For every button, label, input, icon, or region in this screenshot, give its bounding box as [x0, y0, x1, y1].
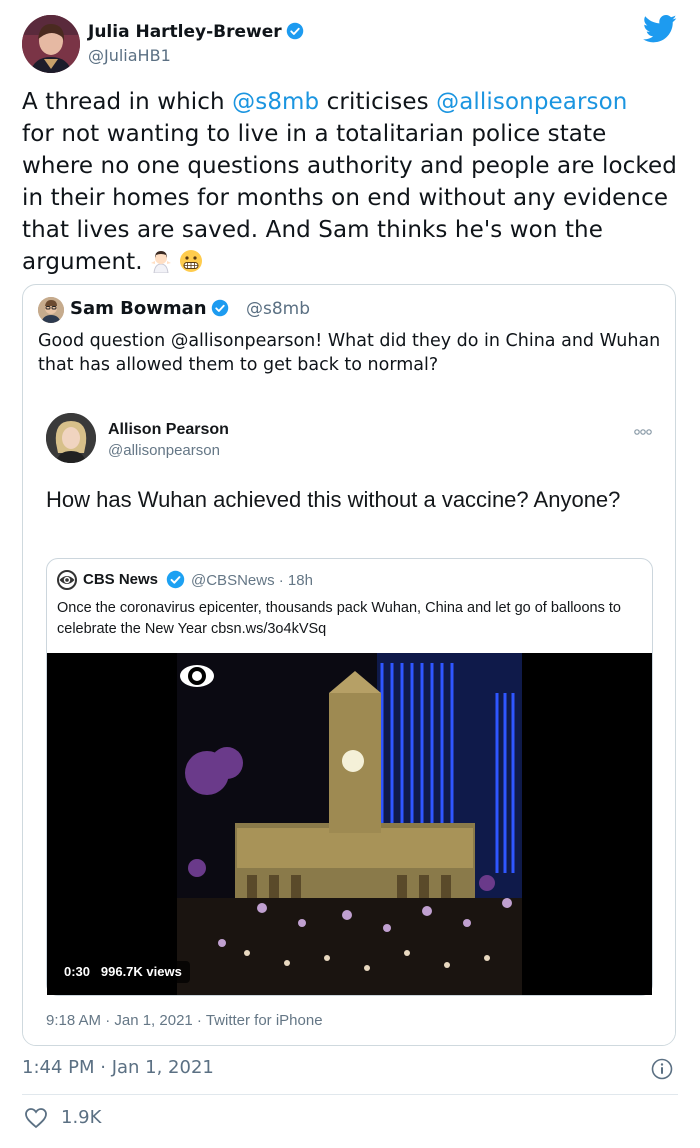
woman-shrugging-emoji-icon [149, 249, 173, 282]
grimacing-face-emoji-icon [179, 249, 203, 282]
video-duration-views: 0:30 996.7K views [56, 961, 190, 983]
mention-s8mb[interactable]: @s8mb [232, 89, 319, 115]
screenshot-tweet-text: How has Wuhan achieved this without a va… [46, 487, 621, 512]
verified-badge-icon [211, 299, 229, 322]
tweet-timestamp[interactable]: 1:44 PM · Jan 1, 2021 [22, 1057, 214, 1078]
author-name[interactable]: Julia Hartley-Brewer [88, 22, 304, 45]
julia-avatar[interactable] [22, 15, 80, 73]
twitter-bird-icon[interactable] [642, 14, 677, 44]
verified-badge-icon [166, 570, 185, 593]
cbs-handle-time: @CBSNews · 18h [191, 572, 313, 589]
divider [22, 1094, 678, 1095]
heart-icon[interactable] [24, 1107, 48, 1129]
tweet-text: A thread in which @s8mb criticises @alli… [22, 86, 682, 282]
quoted-author-handle[interactable]: @s8mb [246, 299, 310, 319]
quoted-author-name[interactable]: Sam Bowman [70, 298, 229, 322]
screenshot-author-name: Allison Pearson [108, 421, 229, 438]
mention-allisonpearson[interactable]: @allisonpearson [436, 89, 627, 115]
video-thumbnail [47, 653, 652, 995]
more-icon [632, 422, 654, 435]
quoted-tweet-text: Good question @allisonpearson! What did … [38, 331, 661, 375]
screenshot-author-handle: @allisonpearson [108, 442, 220, 459]
cbs-author-name: CBS News [83, 571, 159, 588]
cbs-tweet-text: Once the coronavirus epicenter, thousand… [57, 600, 621, 637]
cbs-eye-icon [57, 570, 77, 590]
allison-avatar [46, 413, 96, 463]
author-handle[interactable]: @JuliaHB1 [88, 46, 171, 65]
sam-avatar[interactable] [38, 297, 64, 323]
verified-badge-icon [286, 22, 304, 45]
screenshot-tweet-meta: 9:18 AM · Jan 1, 2021 · Twitter for iPho… [46, 1012, 323, 1029]
like-count[interactable]: 1.9K [61, 1107, 101, 1128]
info-icon[interactable] [651, 1058, 673, 1080]
